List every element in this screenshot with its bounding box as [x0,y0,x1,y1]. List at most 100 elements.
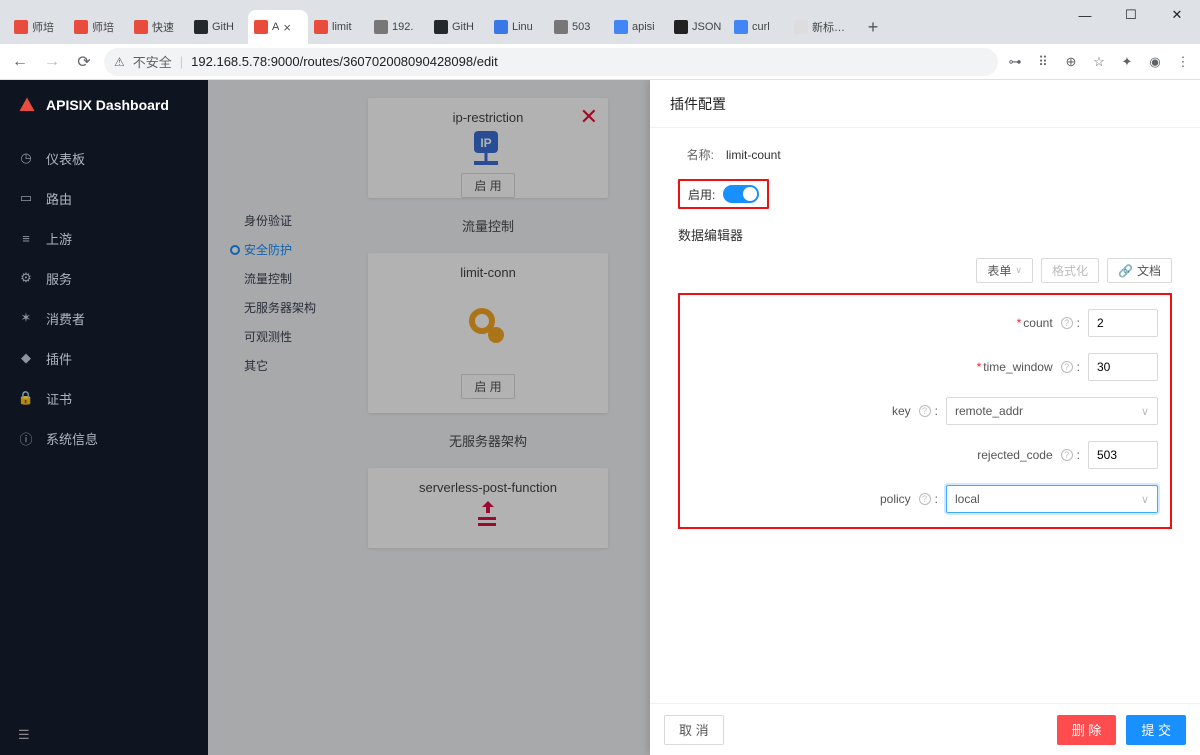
tab-label: GitH [212,21,234,33]
rejected-code-input[interactable] [1088,441,1158,469]
browser-tab[interactable]: GitH [188,10,248,44]
help-icon[interactable]: ? [919,405,931,417]
sidebar-item[interactable]: ⚙服务 [0,258,208,298]
browser-tab[interactable]: limit [308,10,368,44]
help-icon[interactable]: ? [1061,317,1073,329]
browser-tab[interactable]: curl [728,10,788,44]
tab-label: Linu [512,21,533,33]
favicon-icon [374,20,388,34]
favicon-icon [194,20,208,34]
translate-icon[interactable]: ⠿ [1034,53,1052,71]
browser-tab[interactable]: 师培 [8,10,68,44]
tab-label: apisi [632,21,655,33]
favicon-icon [674,20,688,34]
brand[interactable]: APISIX Dashboard [0,80,208,130]
data-editor-title: 数据编辑器 [678,225,1172,244]
favicon-icon [134,20,148,34]
help-icon[interactable]: ? [919,493,931,505]
browser-tabs: 师培 师培 快速 GitH A× limit 192. GitH Linu 503 apisi JSO… [8,10,888,44]
cancel-button[interactable]: 取 消 [664,715,724,745]
profile-icon[interactable]: ◉ [1146,53,1164,71]
help-icon[interactable]: ? [1061,449,1073,461]
tab-label: 师培 [92,19,114,35]
menu-item-icon: ≡ [18,230,34,246]
browser-tab[interactable]: Linu [488,10,548,44]
key-icon[interactable]: ⊶ [1006,53,1024,71]
favicon-icon [434,20,448,34]
enable-label: 启用: [688,186,715,203]
policy-select[interactable]: local∨ [946,485,1158,513]
browser-tab[interactable]: 192. [368,10,428,44]
browser-tab[interactable]: 新标签页 [788,10,858,44]
drawer-body: 名称: limit-count 启用: 数据编辑器 表单∨ 格式化 🔗文档 [650,128,1200,703]
delete-button[interactable]: 删 除 [1057,715,1117,745]
browser-tab[interactable]: apisi [608,10,668,44]
address-input[interactable]: ⚠ 不安全 | 192.168.5.78:9000/routes/3607020… [104,48,998,76]
sidebar-item[interactable]: ⓘ系统信息 [0,418,208,458]
browser-tab[interactable]: 503 [548,10,608,44]
doc-button[interactable]: 🔗文档 [1107,258,1172,283]
sidebar-item[interactable]: ▭路由 [0,178,208,218]
menu-item-label: 证书 [46,389,72,408]
extension-icon[interactable]: ✦ [1118,53,1136,71]
menu-item-icon: ◆ [18,350,34,366]
plugin-name-value: limit-count [726,148,781,162]
sidebar-collapse-button[interactable]: ☰ [0,715,208,755]
menu-item-label: 仪表板 [46,149,85,168]
menu-item-icon: ◷ [18,150,34,166]
nav-forward-button[interactable]: → [40,50,64,74]
tab-label: 192. [392,21,413,33]
app-root: APISIX Dashboard ◷ 仪表板 ▭路由 ≡ 上游 ⚙服务✶消费者◆插件🔒证书… [0,80,1200,755]
browser-tab[interactable]: JSON [668,10,728,44]
format-button[interactable]: 格式化 [1041,258,1099,283]
tab-label: 师培 [32,19,54,35]
tab-close-icon[interactable]: × [283,20,291,35]
favicon-icon [794,20,808,34]
sidebar-item[interactable]: ◆插件 [0,338,208,378]
form-highlight-box: *count ?: *time_window ?: key ?: remote_… [678,293,1172,529]
key-select[interactable]: remote_addr∨ [946,397,1158,425]
tab-label: 503 [572,21,590,33]
tab-label: 快速 [152,19,174,35]
tab-label: JSON [692,21,721,33]
brand-title: APISIX Dashboard [46,97,169,113]
chevron-down-icon: ∨ [1141,493,1149,506]
sidebar-item[interactable]: ◷ 仪表板 [0,138,208,178]
sidebar-item[interactable]: 🔒证书 [0,378,208,418]
menu-item-label: 服务 [46,269,72,288]
menu-item-icon: ▭ [18,190,34,206]
sidebar-item[interactable]: ✶消费者 [0,298,208,338]
menu-item-icon: ✶ [18,310,34,326]
tab-label: curl [752,21,770,33]
menu-item-label: 上游 [46,229,72,248]
star-icon[interactable]: ☆ [1090,53,1108,71]
sidebar-item[interactable]: ≡ 上游 [0,218,208,258]
submit-button[interactable]: 提 交 [1126,715,1186,745]
zoom-icon[interactable]: ⊕ [1062,53,1080,71]
browser-tab[interactable]: 师培 [68,10,128,44]
favicon-icon [734,20,748,34]
browser-tab[interactable]: A× [248,10,308,44]
tab-label: GitH [452,21,474,33]
view-form-button[interactable]: 表单∨ [976,258,1033,283]
tab-label: limit [332,21,352,33]
time-window-input[interactable] [1088,353,1158,381]
menu-item-label: 系统信息 [46,429,98,448]
nav-reload-button[interactable]: ⟳ [72,50,96,74]
name-label: 名称: [678,146,714,163]
help-icon[interactable]: ? [1061,361,1073,373]
window-close-button[interactable]: ✕ [1154,0,1200,30]
editor-toolbar: 表单∨ 格式化 🔗文档 [678,258,1172,283]
window-maximize-button[interactable]: ☐ [1108,0,1154,30]
menu-icon[interactable]: ⋮ [1174,53,1192,71]
enable-switch[interactable] [723,185,759,203]
window-minimize-button[interactable]: — [1062,0,1108,30]
nav-back-button[interactable]: ← [8,50,32,74]
sidebar-menu: ◷ 仪表板 ▭路由 ≡ 上游 ⚙服务✶消费者◆插件🔒证书ⓘ系统信息 [0,130,208,466]
browser-tab[interactable]: 快速 [128,10,188,44]
count-input[interactable] [1088,309,1158,337]
toolbar-right: ⊶ ⠿ ⊕ ☆ ✦ ◉ ⋮ [1006,53,1192,71]
brand-logo-icon [18,96,36,114]
new-tab-button[interactable]: + [858,10,888,44]
browser-tab[interactable]: GitH [428,10,488,44]
